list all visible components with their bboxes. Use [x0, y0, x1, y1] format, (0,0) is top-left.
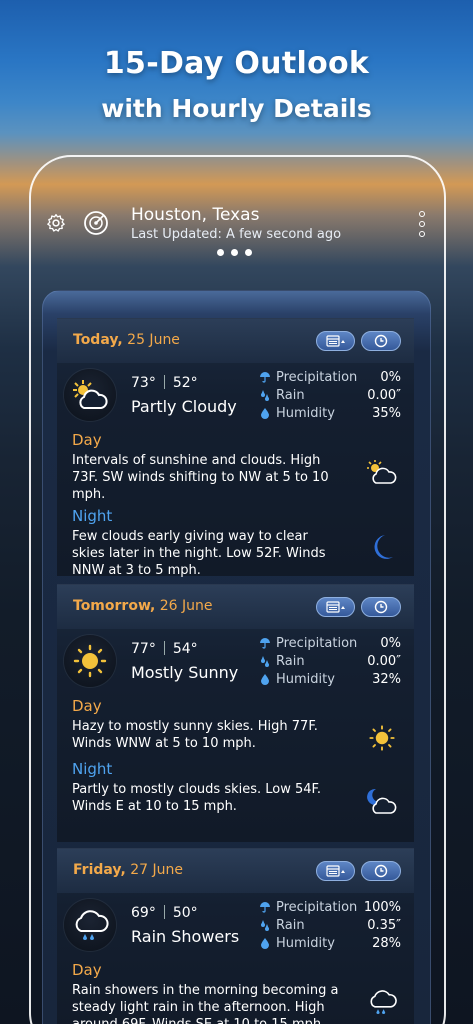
card-header: Friday, 27 June	[57, 849, 414, 893]
forecast-card-friday[interactable]: Friday, 27 June 69° 50° Rain Showers Prec…	[57, 848, 414, 1024]
hourly-button[interactable]	[361, 597, 401, 617]
last-updated: Last Updated: A few second ago	[131, 227, 342, 242]
humidity-drop-icon	[259, 407, 271, 419]
humidity-stat: Humidity 35%	[259, 405, 401, 423]
clock-icon	[374, 600, 388, 614]
location-name[interactable]: Houston, Texas	[131, 205, 259, 225]
condition: Mostly Sunny	[131, 663, 239, 682]
partly-cloudy-night-icon	[362, 781, 402, 821]
card-date: Friday, 27 June	[73, 862, 183, 878]
calendar-icon	[325, 335, 347, 347]
day-text: Intervals of sunshine and clouds. High 7…	[72, 453, 329, 502]
card-header: Tomorrow, 26 June	[57, 585, 414, 629]
state-name: Texas	[212, 205, 260, 225]
day-text: Hazy to mostly sunny skies. High 77F. Wi…	[72, 719, 318, 751]
precipitation-stat: Precipitation 0%	[259, 635, 401, 653]
day-description: Hazy to mostly sunny skies. High 77F. Wi…	[72, 718, 402, 752]
night-description: Few clouds early giving way to clear ski…	[72, 528, 402, 579]
calendar-toggle-button[interactable]	[316, 331, 355, 351]
page-indicator[interactable]	[217, 249, 252, 256]
umbrella-icon	[259, 901, 271, 913]
radar-icon[interactable]	[82, 209, 110, 237]
humidity-drop-icon	[259, 673, 271, 685]
card-header: Today, 25 June	[57, 319, 414, 363]
day-description: Intervals of sunshine and clouds. High 7…	[72, 452, 402, 503]
calendar-icon	[325, 601, 347, 613]
sun-icon	[362, 718, 402, 758]
forecast-card-tomorrow[interactable]: Tomorrow, 26 June 77° 54° Mostly Sunny Pr…	[57, 584, 414, 842]
day-text: Rain showers in the morning becoming a s…	[72, 983, 339, 1024]
day-title: Day	[72, 431, 102, 449]
hero-subtitle: with Hourly Details	[101, 94, 372, 123]
hourly-button[interactable]	[361, 331, 401, 351]
precipitation-stat: Precipitation 100%	[259, 899, 401, 917]
summary-row: 73° 52° Partly Cloudy Precipitation 0% Rai…	[57, 363, 414, 427]
card-date: Tomorrow, 26 June	[73, 598, 213, 614]
humidity-drop-icon	[259, 937, 271, 949]
night-description: Partly to mostly clouds skies. Low 54F. …	[72, 781, 402, 815]
moon-icon	[362, 528, 402, 568]
umbrella-icon	[259, 637, 271, 649]
card-date: Today, 25 June	[73, 332, 180, 348]
calendar-toggle-button[interactable]	[316, 597, 355, 617]
rain-drops-icon	[259, 919, 271, 931]
humidity-stat: Humidity 32%	[259, 671, 401, 689]
humidity-stat: Humidity 28%	[259, 935, 401, 953]
condition: Partly Cloudy	[131, 397, 237, 416]
rain-stat: Rain 0.00″	[259, 653, 401, 671]
gear-icon[interactable]	[45, 212, 67, 234]
umbrella-icon	[259, 371, 271, 383]
temperature: 77° 54°	[131, 641, 198, 657]
night-title: Night	[72, 507, 113, 525]
hero-title: 15-Day Outlook	[103, 46, 370, 81]
stats: Precipitation 100% Rain 0.35″ Humidity 28%	[259, 899, 401, 953]
day-description: Rain showers in the morning becoming a s…	[72, 982, 402, 1024]
page-dot[interactable]	[217, 249, 224, 256]
night-text: Partly to mostly clouds skies. Low 54F. …	[72, 782, 322, 814]
rain-drops-icon	[259, 655, 271, 667]
calendar-icon	[325, 865, 347, 877]
temperature: 69° 50°	[131, 905, 198, 921]
temperature: 73° 52°	[131, 375, 198, 391]
page-dot[interactable]	[231, 249, 238, 256]
page-dot[interactable]	[245, 249, 252, 256]
summary-row: 69° 50° Rain Showers Precipitation 100% Ra…	[57, 893, 414, 957]
partly-cloudy-icon	[64, 369, 116, 421]
condition: Rain Showers	[131, 927, 240, 946]
calendar-toggle-button[interactable]	[316, 861, 355, 881]
rain-cloud-icon	[362, 982, 402, 1022]
summary-row: 77° 54° Mostly Sunny Precipitation 0% Rain…	[57, 629, 414, 693]
precipitation-stat: Precipitation 0%	[259, 369, 401, 387]
clock-icon	[374, 334, 388, 348]
forecast-card-today[interactable]: Today, 25 June 73° 52° Partly Cloudy Prec…	[57, 318, 414, 579]
day-title: Day	[72, 961, 102, 979]
rain-stat: Rain 0.00″	[259, 387, 401, 405]
partly-cloudy-icon	[362, 452, 402, 492]
rain-stat: Rain 0.35″	[259, 917, 401, 935]
rain-cloud-icon	[64, 899, 116, 951]
more-icon[interactable]	[417, 211, 427, 237]
hourly-button[interactable]	[361, 861, 401, 881]
clock-icon	[374, 864, 388, 878]
stats: Precipitation 0% Rain 0.00″ Humidity 35%	[259, 369, 401, 423]
night-title: Night	[72, 760, 113, 778]
sun-icon	[64, 635, 116, 687]
city-name: Houston,	[131, 205, 208, 225]
rain-drops-icon	[259, 389, 271, 401]
stats: Precipitation 0% Rain 0.00″ Humidity 32%	[259, 635, 401, 689]
night-text: Few clouds early giving way to clear ski…	[72, 529, 326, 578]
day-title: Day	[72, 697, 102, 715]
